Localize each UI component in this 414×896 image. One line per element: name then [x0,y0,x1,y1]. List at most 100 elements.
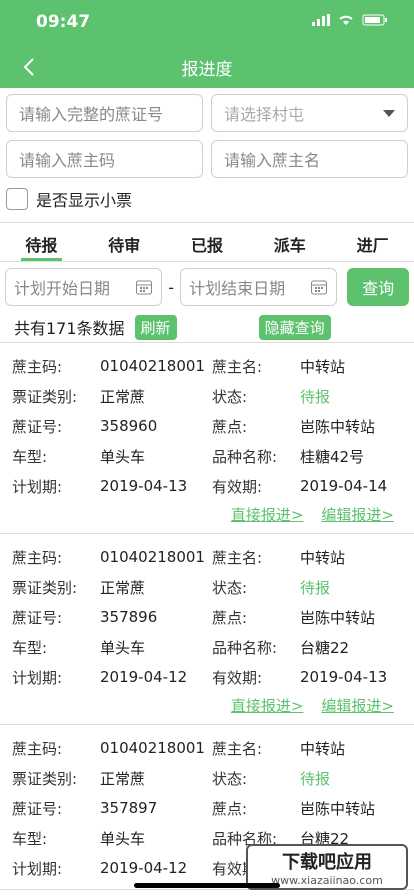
tab-reported[interactable]: 已报 [166,223,249,261]
status-time: 09:47 [36,12,91,32]
car-type-value: 单头车 [100,447,146,466]
owner-code-value: 01040218001 [100,739,205,757]
label-owner-name: 蔗主名: [212,548,263,567]
label-variety: 品种名称: [212,638,278,657]
point-value: 岜陈中转站 [300,417,376,436]
valid-date-value: 2019-04-13 [300,668,388,686]
show-ticket-row: 是否显示小票 [6,184,408,214]
village-select[interactable]: 请选择村屯 [211,94,408,132]
label-car-type: 车型: [12,829,48,848]
tab-dispatched[interactable]: 派车 [248,223,331,261]
label-owner-code: 蔗主码: [12,739,63,758]
wifi-icon [339,15,353,25]
owner-code-value: 01040218001 [100,548,205,566]
car-type-value: 单头车 [100,829,146,848]
calendar-icon [311,280,328,295]
watermark-title: 下载吧应用 [282,852,372,873]
record-list: 蔗主码: 01040218001 蔗主名: 中转站 票证类别: 正常蔗 状态: 待报 蔗证号… [0,342,414,890]
label-car-type: 车型: [12,447,48,466]
label-point: 蔗点: [212,608,248,627]
owner-name-input[interactable]: 请输入蔗主名 [211,140,408,178]
edit-report-link[interactable]: 编辑报进> [321,695,394,716]
cert-number-input[interactable]: 请输入完整的蔗证号 [6,94,203,132]
direct-report-link[interactable]: 直接报进> [231,504,304,525]
ticket-type-value: 正常蔗 [100,578,146,597]
record-count: 共有171条数据 [14,319,125,338]
start-date-input[interactable]: 计划开始日期 [5,268,163,306]
label-plan-date: 计划期: [12,668,63,687]
owner-code-input[interactable]: 请输入蔗主码 [6,140,203,178]
signal-icon [312,14,330,26]
label-cert-no: 蔗证号: [12,799,63,818]
label-variety: 品种名称: [212,447,278,466]
label-ticket-type: 票证类别: [12,578,78,597]
car-type-value: 单头车 [100,638,146,657]
app-header: 09:47 报进度 [0,0,414,88]
status-tabs: 待报 待审 已报 派车 进厂 [0,222,414,262]
cert-no-value: 357896 [100,608,158,626]
label-car-type: 车型: [12,638,48,657]
record-card: 蔗主码: 01040218001 蔗主名: 中转站 票证类别: 正常蔗 状态: 待报 蔗证号… [0,534,414,725]
refresh-button[interactable]: 刷新 [134,314,177,340]
point-value: 岜陈中转站 [300,799,376,818]
cert-no-value: 357897 [100,799,158,817]
search-panel: 请输入完整的蔗证号 请选择村屯 请输入蔗主码 请输入蔗主名 是否显示小票 [0,88,414,214]
date-range-dash: - [168,277,175,297]
label-ticket-type: 票证类别: [12,387,78,406]
owner-name-value: 中转站 [300,548,346,567]
show-ticket-label: 是否显示小票 [36,191,133,210]
label-state: 状态: [212,769,248,788]
hide-query-button[interactable]: 隐藏查询 [258,314,331,340]
label-owner-code: 蔗主码: [12,548,63,567]
owner-code-value: 01040218001 [100,357,205,375]
nav-bar: 报进度 [0,44,414,88]
owner-name-value: 中转站 [300,739,346,758]
battery-icon [362,14,387,26]
calendar-icon [136,280,153,295]
start-date-placeholder: 计划开始日期 [14,279,111,298]
show-ticket-checkbox[interactable] [6,188,28,210]
label-point: 蔗点: [212,417,248,436]
label-owner-code: 蔗主码: [12,357,63,376]
plan-date-value: 2019-04-12 [100,668,188,686]
state-value: 待报 [300,769,331,788]
plan-date-value: 2019-04-13 [100,477,188,495]
label-ticket-type: 票证类别: [12,769,78,788]
tab-entered[interactable]: 进厂 [331,223,414,261]
label-owner-name: 蔗主名: [212,739,263,758]
query-button[interactable]: 查询 [347,268,409,306]
direct-report-link[interactable]: 直接报进> [231,695,304,716]
variety-value: 台糖22 [300,638,350,657]
date-filter-row: 计划开始日期 - 计划结束日期 查询 [0,262,414,312]
edit-report-link[interactable]: 编辑报进> [321,504,394,525]
label-owner-name: 蔗主名: [212,357,263,376]
home-indicator [134,883,280,888]
label-state: 状态: [212,387,248,406]
point-value: 岜陈中转站 [300,608,376,627]
label-cert-no: 蔗证号: [12,608,63,627]
status-icons [312,14,388,26]
valid-date-value: 2019-04-14 [300,477,388,495]
end-date-input[interactable]: 计划结束日期 [180,268,338,306]
plan-date-value: 2019-04-12 [100,859,188,877]
village-select-placeholder: 请选择村屯 [224,105,305,124]
summary-bar: 共有171条数据 刷新 隐藏查询 [0,312,414,342]
page-title: 报进度 [181,60,233,80]
record-card: 蔗主码: 01040218001 蔗主名: 中转站 票证类别: 正常蔗 状态: 待报 蔗证号… [0,343,414,534]
state-value: 待报 [300,387,331,406]
label-state: 状态: [212,578,248,597]
label-plan-date: 计划期: [12,859,63,878]
caret-down-icon [383,109,395,117]
ticket-type-value: 正常蔗 [100,387,146,406]
status-bar: 09:47 [0,0,414,44]
label-point: 蔗点: [212,799,248,818]
label-valid-date: 有效期: [212,477,263,496]
ticket-type-value: 正常蔗 [100,769,146,788]
end-date-placeholder: 计划结束日期 [189,279,286,298]
state-value: 待报 [300,578,331,597]
tab-pending-report[interactable]: 待报 [0,223,83,261]
cert-no-value: 358960 [100,417,158,435]
tab-pending-review[interactable]: 待审 [83,223,166,261]
variety-value: 桂糖42号 [300,447,365,466]
owner-name-value: 中转站 [300,357,346,376]
